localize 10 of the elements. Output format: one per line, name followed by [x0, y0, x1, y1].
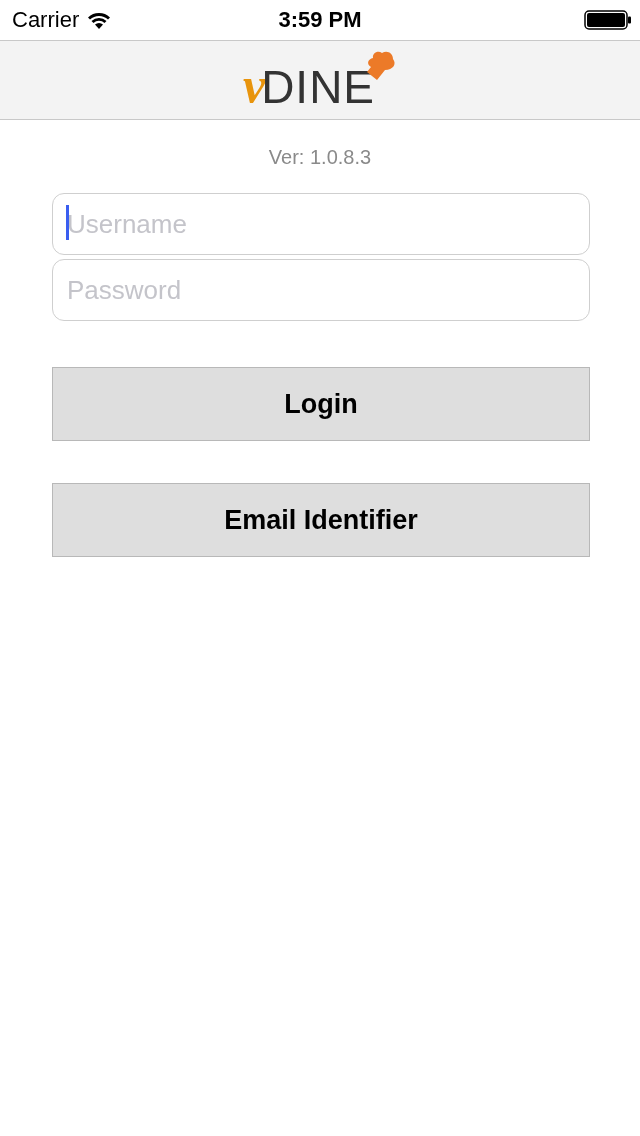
carrier-label: Carrier: [12, 7, 80, 33]
wifi-icon: [87, 11, 112, 29]
password-field[interactable]: Password: [52, 259, 590, 321]
version-label: Ver: 1.0.8.3: [267, 146, 373, 169]
email-identifier-button[interactable]: Email Identifier: [52, 483, 590, 557]
logo: vDINE: [242, 50, 398, 110]
username-field[interactable]: Username: [52, 193, 590, 255]
login-button[interactable]: Login: [52, 367, 590, 441]
status-time: 3:59 PM: [278, 7, 362, 33]
battery-icon: [584, 10, 632, 30]
